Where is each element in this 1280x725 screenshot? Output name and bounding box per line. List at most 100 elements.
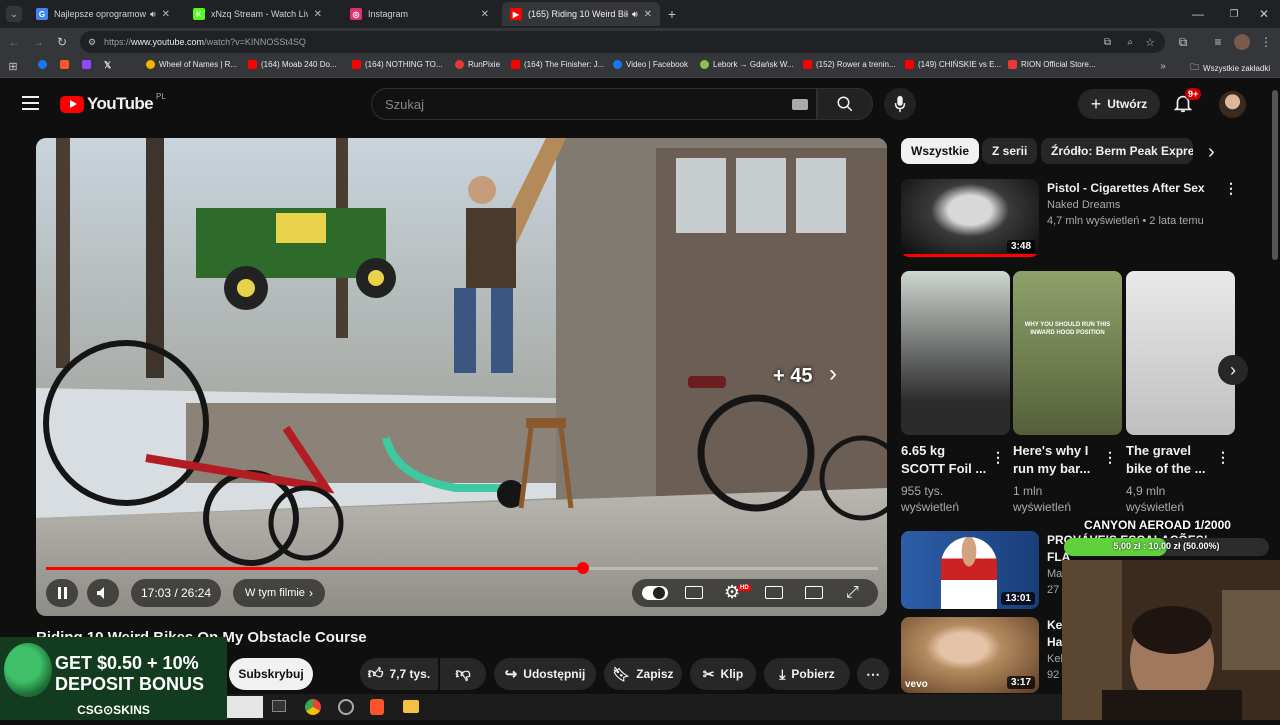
account-avatar[interactable] xyxy=(1219,91,1246,118)
short-title[interactable]: The gravel bike of the ... xyxy=(1126,442,1214,478)
media-control-icon[interactable]: ≡ xyxy=(1210,34,1226,50)
extensions-icon[interactable]: ⧉ xyxy=(1175,34,1191,50)
search-button[interactable] xyxy=(817,88,873,120)
more-vert-icon[interactable]: ⋮ xyxy=(1216,449,1230,466)
video-thumbnail[interactable]: vevo 3:17 xyxy=(901,617,1039,693)
dislike-button[interactable]: 👎︎ xyxy=(440,658,486,690)
folder-icon[interactable] xyxy=(403,700,419,713)
notifications-button[interactable]: 9+ xyxy=(1172,88,1202,116)
more-vert-icon[interactable]: ⋮ xyxy=(1103,449,1117,466)
chevron-right-icon[interactable]: › xyxy=(1208,141,1215,164)
bookmark-item[interactable]: (152) Rower a trenin... xyxy=(803,60,896,69)
short-title[interactable]: 6.65 kg SCOTT Foil ... xyxy=(901,442,989,478)
recommended-title[interactable]: Pistol - Cigarettes After Sex xyxy=(1047,179,1227,197)
bookmark-item[interactable]: (164) The Finisher: J... xyxy=(511,60,604,69)
fullscreen-icon[interactable]: ⤢ xyxy=(846,584,859,602)
tab-close-icon[interactable]: ✕ xyxy=(481,9,489,20)
browser-tab-active[interactable]: ▶ (165) Riding 10 Weird Bikes 🔊︎ ✕ xyxy=(502,2,660,26)
tab-close-icon[interactable]: ✕ xyxy=(644,9,652,20)
page-scrollbar[interactable] xyxy=(1272,90,1278,260)
close-window-icon[interactable]: ✕ xyxy=(1256,6,1272,22)
tab-close-icon[interactable]: ✕ xyxy=(314,9,322,20)
subtitles-icon[interactable] xyxy=(685,586,703,599)
profile-avatar[interactable] xyxy=(1234,34,1250,50)
progress-bar[interactable] xyxy=(46,562,878,574)
chapters-button[interactable]: W tym filmie › xyxy=(233,579,325,607)
bookmark-item[interactable]: RION Official Store... xyxy=(1008,60,1096,69)
recommended-title-line2[interactable]: Ha xyxy=(1047,633,1062,651)
download-button[interactable]: ⤓ Pobierz xyxy=(764,658,850,690)
autoplay-toggle[interactable] xyxy=(642,586,668,600)
site-info-icon[interactable]: ⚙︎ xyxy=(88,37,96,48)
end-screen-more-count[interactable]: + 45 xyxy=(773,365,812,388)
short-title[interactable]: Here's why I run my bar... xyxy=(1013,442,1101,478)
save-button[interactable]: 🔖︎ Zapisz xyxy=(604,658,682,690)
youtube-logo[interactable]: YouTube PL xyxy=(60,92,166,114)
all-bookmarks[interactable]: 🗀︎ Wszystkie zakładki xyxy=(1190,60,1270,76)
short-thumbnail[interactable] xyxy=(1126,271,1235,435)
menu-icon[interactable]: ⋮ xyxy=(1258,34,1274,50)
bookmark-item[interactable] xyxy=(38,60,51,69)
terminal-icon[interactable] xyxy=(272,700,286,712)
shorts-next-button[interactable]: › xyxy=(1218,355,1248,385)
search-input[interactable]: Szukaj xyxy=(371,88,817,120)
forward-icon[interactable]: → xyxy=(30,34,46,50)
more-vert-icon[interactable]: ⋮ xyxy=(1224,180,1238,197)
create-button[interactable]: + Utwórz xyxy=(1078,89,1160,119)
miniplayer-icon[interactable] xyxy=(765,586,783,599)
play-pause-button[interactable] xyxy=(46,579,78,607)
restore-icon[interactable]: ❐ xyxy=(1226,6,1242,22)
browser-tab[interactable]: ◎ Instagram ✕ xyxy=(342,2,497,26)
voice-search-button[interactable] xyxy=(884,88,916,120)
bookmark-item[interactable] xyxy=(82,60,95,69)
more-actions-button[interactable]: ⋯ xyxy=(857,658,889,690)
channel-name[interactable]: Kel xyxy=(1047,651,1063,667)
browser-tab[interactable]: K xNzq Stream - Watch Live on Kick ✕ xyxy=(185,2,330,26)
chip-all[interactable]: Wszystkie xyxy=(901,138,980,164)
minimize-icon[interactable]: — xyxy=(1190,6,1206,22)
short-thumbnail[interactable] xyxy=(901,271,1010,435)
share-button[interactable]: ↪ Udostępnij xyxy=(494,658,596,690)
channel-name[interactable]: Naked Dreams xyxy=(1047,197,1120,213)
channel-name[interactable]: Ma xyxy=(1047,566,1062,582)
install-icon[interactable]: ⧉ xyxy=(1104,37,1111,48)
new-tab-icon[interactable]: + xyxy=(664,6,680,22)
bookmark-item[interactable]: Wheel of Names | R... xyxy=(146,60,237,69)
keyboard-icon[interactable] xyxy=(792,98,808,110)
video-player[interactable]: + 45 › xyxy=(36,138,887,616)
obs-icon[interactable] xyxy=(338,699,354,715)
bookmark-item[interactable] xyxy=(60,60,73,69)
clip-button[interactable]: ✂ Klip xyxy=(690,658,756,690)
progress-scrubber[interactable] xyxy=(576,562,589,574)
star-icon[interactable]: ☆ xyxy=(1145,36,1155,49)
tab-search-icon[interactable]: ⌄ xyxy=(6,6,22,22)
subscribe-button[interactable]: Subskrybuj xyxy=(229,658,313,690)
bookmark-item[interactable]: (149) CHIŃSKIE vs E... xyxy=(905,60,1001,69)
chevron-right-icon[interactable]: » xyxy=(1156,59,1170,73)
back-icon[interactable]: ← xyxy=(6,34,22,50)
reload-icon[interactable]: ↻ xyxy=(54,34,70,50)
chrome-icon[interactable] xyxy=(305,699,321,715)
bookmark-item[interactable]: (164) NOTHING TO... xyxy=(352,60,443,69)
apps-icon[interactable]: ⊞ xyxy=(6,59,20,73)
browser-tab[interactable]: G Najlepsze oprogramowanie 🔊︎ ✕ xyxy=(28,2,178,26)
bookmark-item[interactable]: Video | Facebook xyxy=(613,60,688,69)
more-vert-icon[interactable]: ⋮ xyxy=(991,449,1005,466)
address-bar[interactable]: ⚙︎ https://www.youtube.com/watch?v=KINNO… xyxy=(80,31,1165,53)
bookmark-item[interactable]: RunPixie xyxy=(455,60,500,69)
video-thumbnail[interactable]: 13:01 xyxy=(901,531,1039,609)
bookmark-item[interactable]: 𝕏 xyxy=(104,60,111,71)
bookmark-item[interactable]: (164) Moab 240 Do... xyxy=(248,60,337,69)
chevron-right-icon[interactable]: › xyxy=(829,360,837,388)
tab-close-icon[interactable]: ✕ xyxy=(162,9,170,20)
chip-source[interactable]: Źródło: Berm Peak Express xyxy=(1041,138,1193,164)
video-thumbnail[interactable]: 3:48 xyxy=(901,179,1039,257)
short-thumbnail[interactable]: WHY YOU SHOULD RUN THIS INWARD HOOD POSI… xyxy=(1013,271,1122,435)
cast-icon[interactable] xyxy=(805,586,823,599)
mute-button[interactable] xyxy=(87,579,119,607)
zoom-icon[interactable]: ⌕ xyxy=(1127,37,1133,48)
like-button[interactable]: 👍︎ 7,7 tys. xyxy=(360,658,438,690)
bookmark-item[interactable]: Lebork → Gdańsk W... xyxy=(700,60,793,69)
chip-series[interactable]: Z serii xyxy=(982,138,1038,164)
brave-icon[interactable] xyxy=(370,699,384,715)
